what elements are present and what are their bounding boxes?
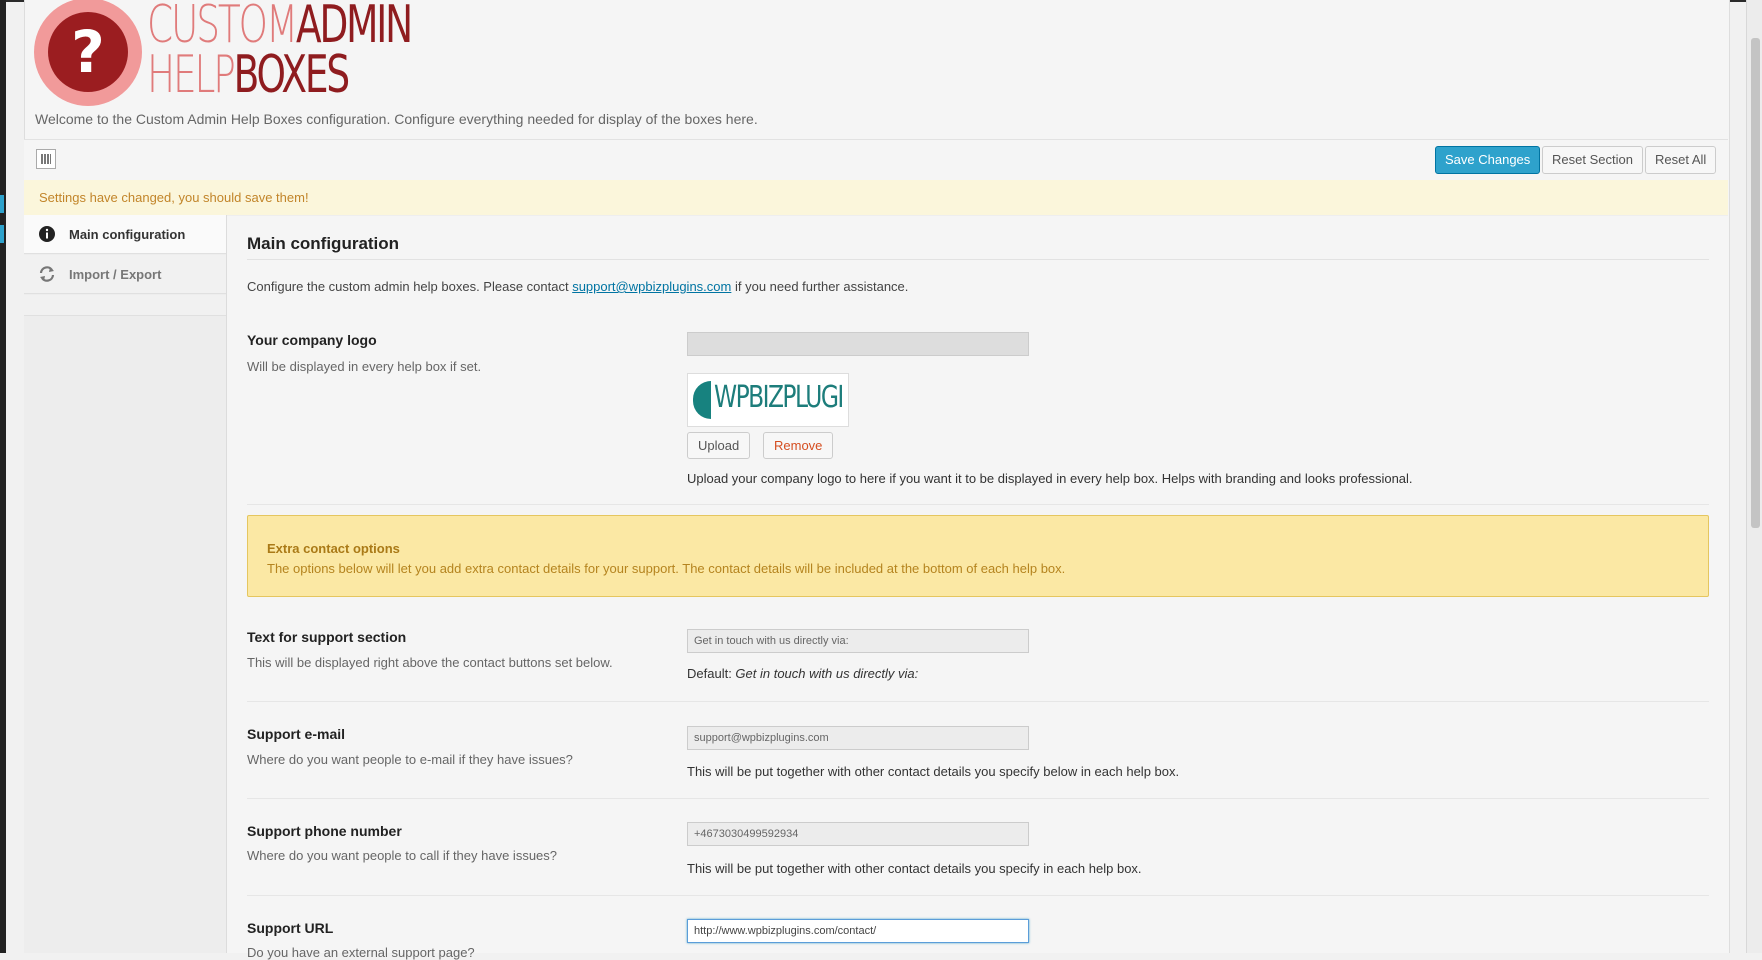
admin-menu-indicator	[0, 225, 4, 243]
refresh-icon	[39, 266, 55, 282]
row-divider	[247, 701, 1709, 702]
support-text-title: Text for support section	[247, 629, 407, 645]
row-divider	[247, 895, 1709, 896]
settings-changed-notice: Settings have changed, you should save t…	[24, 180, 1728, 216]
row-divider	[247, 504, 1709, 505]
info-box-description: The options below will let you add extra…	[267, 561, 1066, 576]
admin-menu-edge	[0, 0, 6, 953]
info-box-title: Extra contact options	[267, 541, 400, 556]
support-text-default: Default: Get in touch with us directly v…	[687, 666, 918, 681]
section-intro: Configure the custom admin help boxes. P…	[247, 279, 908, 294]
company-logo-title: Your company logo	[247, 332, 377, 348]
page-scrollbar[interactable]	[1746, 0, 1762, 953]
notice-text: Settings have changed, you should save t…	[39, 190, 309, 205]
logo-preview-image: WPBIZPLUGI	[687, 373, 849, 427]
save-changes-button[interactable]: Save Changes	[1435, 146, 1541, 174]
info-icon	[39, 226, 55, 242]
support-email-input[interactable]: support@wpbizplugins.com	[687, 726, 1029, 750]
default-label: Default:	[687, 666, 736, 681]
support-email-description: Where do you want people to e-mail if th…	[247, 752, 573, 767]
support-email-help: This will be put together with other con…	[687, 764, 1180, 779]
sidebar-item-main-configuration[interactable]: Main configuration	[24, 215, 226, 254]
default-value: Get in touch with us directly via:	[735, 666, 919, 681]
sidebar-item-import-export[interactable]: Import / Export	[24, 255, 226, 294]
admin-menu-indicator	[0, 195, 4, 213]
logo-preview-text: WPBIZPLUGI	[714, 380, 844, 415]
support-phone-title: Support phone number	[247, 823, 402, 839]
sidebar-item-label: Main configuration	[69, 227, 186, 242]
sidebar-divider	[24, 295, 226, 316]
logo-help-text: Upload your company logo to here if you …	[687, 471, 1413, 486]
options-toolbar: Save Changes Reset Section Reset All	[24, 139, 1728, 181]
help-logo-icon: ?	[34, 0, 142, 106]
support-email-link[interactable]: support@wpbizplugins.com	[572, 279, 731, 294]
extra-contact-info-box: Extra contact options The options below …	[247, 515, 1709, 597]
upload-button[interactable]: Upload	[687, 432, 751, 459]
support-url-title: Support URL	[247, 920, 334, 936]
section-title: Main configuration	[247, 234, 400, 253]
row-divider	[247, 798, 1709, 799]
options-sidebar: Main configuration Import / Export	[24, 215, 227, 953]
reset-section-button[interactable]: Reset Section	[1542, 146, 1643, 174]
reset-all-button[interactable]: Reset All	[1645, 146, 1717, 174]
intro-text: Configure the custom admin help boxes. P…	[247, 279, 573, 294]
sidebar-item-label: Import / Export	[69, 267, 162, 282]
support-phone-description: Where do you want people to call if they…	[247, 848, 558, 863]
remove-button[interactable]: Remove	[763, 432, 834, 459]
support-text-input[interactable]: Get in touch with us directly via:	[687, 629, 1029, 653]
title-divider	[247, 259, 1709, 260]
company-logo-description: Will be displayed in every help box if s…	[247, 359, 482, 374]
wpbizplugins-logo-icon	[693, 381, 711, 419]
intro-text: if you need further assistance.	[731, 279, 909, 294]
expand-options-icon[interactable]	[36, 149, 56, 169]
support-url-input[interactable]: http://www.wpbizplugins.com/contact/	[687, 919, 1029, 943]
welcome-text: Welcome to the Custom Admin Help Boxes c…	[35, 111, 758, 127]
logo-url-field[interactable]	[687, 332, 1029, 356]
support-email-title: Support e-mail	[247, 726, 346, 742]
scrollbar-thumb[interactable]	[1751, 38, 1760, 528]
plugin-logo-text: CUSTOMADMIN HELPBOXES	[147, 0, 413, 105]
support-phone-input[interactable]: +4673030499592934	[687, 822, 1029, 846]
support-phone-help: This will be put together with other con…	[687, 861, 1142, 876]
support-text-description: This will be displayed right above the c…	[247, 655, 613, 670]
